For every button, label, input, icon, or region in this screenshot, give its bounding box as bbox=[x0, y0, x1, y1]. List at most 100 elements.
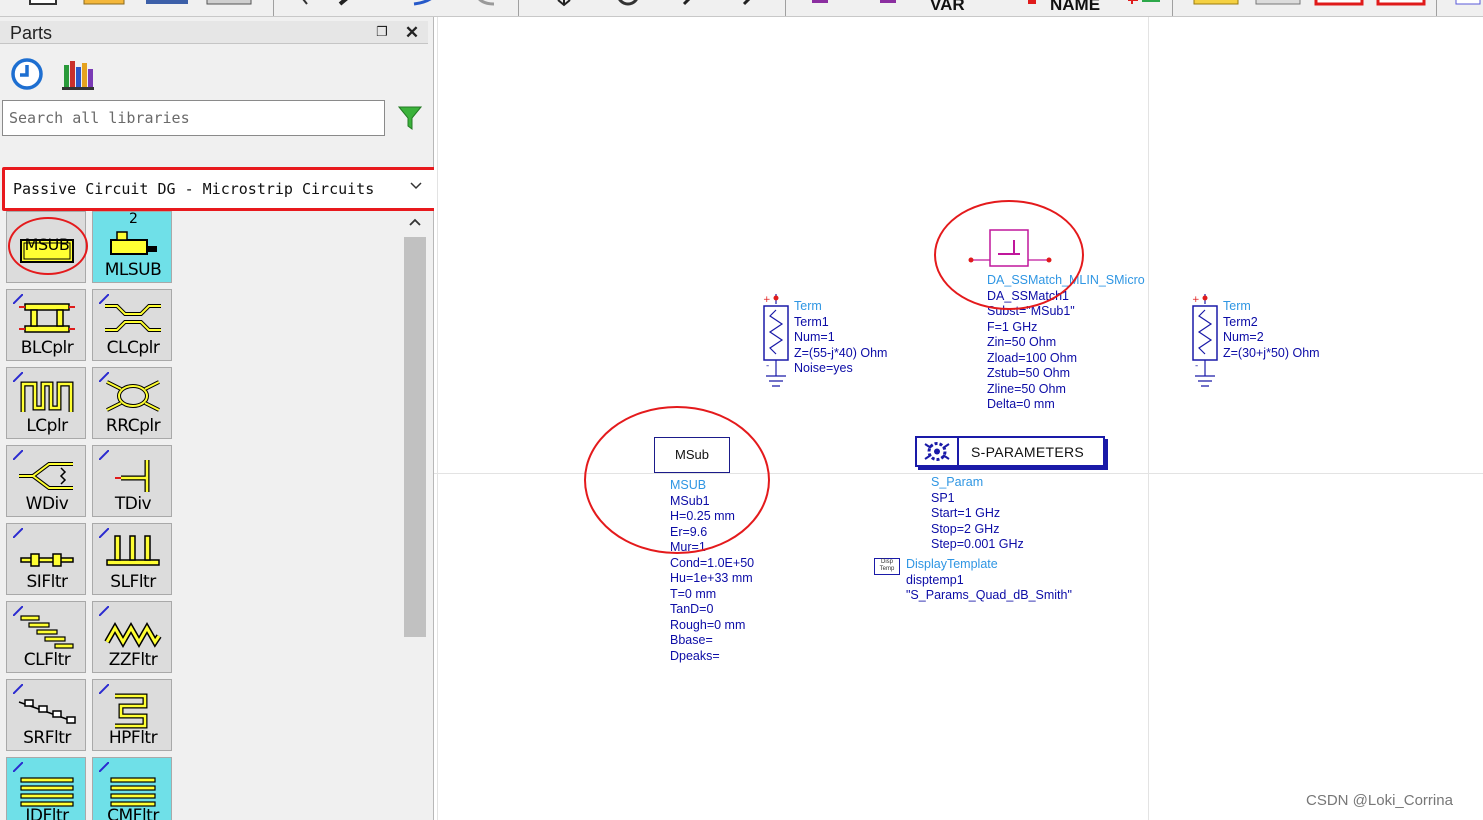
term1-param: Term1 bbox=[794, 314, 829, 329]
palette-item-clfltr[interactable]: CLFltr bbox=[6, 601, 86, 673]
ssmatch-param: DA_SSMatch1 bbox=[987, 288, 1069, 303]
s-parameters-controller[interactable]: S-PARAMETERS bbox=[915, 436, 1105, 467]
palette-item-mlsub[interactable]: 2 MLSUB bbox=[92, 211, 172, 283]
sparam-param: Start=1 GHz bbox=[931, 506, 1001, 520]
term2-symbol[interactable]: + - bbox=[1187, 292, 1223, 392]
print-icon[interactable] bbox=[205, 0, 253, 12]
grid-line bbox=[434, 473, 1483, 474]
palette-item-label: SRFltr bbox=[23, 728, 71, 748]
palette-item-srfltr[interactable]: SRFltr bbox=[6, 679, 86, 751]
palette-item-idfltr[interactable]: IDFltr bbox=[6, 757, 86, 820]
ssmatch-param: Zstub=50 Ohm bbox=[987, 366, 1071, 380]
short-icon[interactable] bbox=[1376, 0, 1426, 12]
open-folder-icon[interactable] bbox=[82, 0, 126, 12]
insert-port-icon[interactable] bbox=[808, 0, 832, 12]
msub-param: Er=9.6 bbox=[670, 524, 708, 539]
palette-item-label: BLCplr bbox=[20, 338, 74, 358]
new-document-icon[interactable] bbox=[26, 0, 60, 12]
term1-param: Num=1 bbox=[794, 330, 835, 344]
display-template-type: DisplayTemplate bbox=[906, 557, 998, 571]
msub-param: T=0 mm bbox=[670, 586, 717, 601]
display-template-icon[interactable]: Disp Temp bbox=[874, 558, 900, 575]
palette-item-tdiv[interactable]: TDiv bbox=[92, 445, 172, 517]
name-pin-icon[interactable] bbox=[1024, 0, 1040, 12]
palette-item-slfltr[interactable]: SLFltr bbox=[92, 523, 172, 595]
msub-param: Mur=1 bbox=[670, 540, 706, 554]
save-icon[interactable] bbox=[144, 0, 190, 12]
parts-panel: Parts ❐ ✕ Passive Circuit DG - Microstri… bbox=[0, 17, 439, 820]
move-down-icon[interactable] bbox=[552, 0, 576, 12]
palette-item-hpfltr[interactable]: HPFltr bbox=[92, 679, 172, 751]
palette-item-label: MLSUB bbox=[104, 260, 162, 280]
scroll-thumb[interactable] bbox=[404, 237, 426, 637]
zoom-icon[interactable] bbox=[608, 0, 652, 12]
ssmatch-param: Delta=0 mm bbox=[987, 397, 1055, 411]
msub-param: Bbase= bbox=[670, 633, 713, 647]
sparam-param: Stop=2 GHz bbox=[931, 521, 1000, 536]
close-icon[interactable]: ✕ bbox=[404, 23, 420, 42]
palette-item-lcplr[interactable]: LCplr bbox=[6, 367, 86, 439]
palette-item-clcplr[interactable]: CLCplr bbox=[92, 289, 172, 361]
tune-icon[interactable] bbox=[1254, 0, 1302, 12]
palette-item-zzfltr[interactable]: ZZFltr bbox=[92, 601, 172, 673]
deactivate-icon[interactable] bbox=[1314, 0, 1364, 12]
history-clock-icon[interactable] bbox=[10, 57, 44, 91]
msub-param: H=0.25 mm bbox=[670, 509, 735, 523]
palette-item-sifltr[interactable]: SIFltr bbox=[6, 523, 86, 595]
sifltr-icon bbox=[20, 553, 74, 567]
slfltr-icon bbox=[106, 535, 160, 566]
node-icon[interactable] bbox=[1124, 0, 1164, 12]
msub-params: MSUB MSub1 H=0.25 mm Er=9.6 Mur=1 Cond=1… bbox=[670, 478, 754, 664]
library-dropdown[interactable]: Passive Circuit DG - Microstrip Circuits bbox=[2, 167, 439, 211]
palette-item-label: TDiv bbox=[114, 494, 152, 514]
msub-component[interactable]: MSub bbox=[654, 437, 730, 473]
palette-item-label: LCplr bbox=[26, 416, 68, 436]
term2-param: Z=(30+j*50) Ohm bbox=[1223, 345, 1320, 360]
ssmatch-symbol[interactable] bbox=[966, 228, 1056, 268]
undo-icon[interactable] bbox=[470, 0, 500, 12]
wire-icon[interactable] bbox=[410, 0, 440, 12]
name-button[interactable]: NAME bbox=[1050, 0, 1100, 15]
palette-scrollbar[interactable] bbox=[404, 211, 426, 820]
ssmatch-param: Subst="MSub1" bbox=[987, 304, 1075, 318]
palette-item-wdiv[interactable]: WDiv bbox=[6, 445, 86, 517]
arrow-left-icon[interactable] bbox=[676, 0, 700, 12]
palette-item-label: WDiv bbox=[25, 494, 69, 514]
library-books-icon[interactable] bbox=[60, 57, 96, 91]
cmfltr-icon bbox=[110, 777, 156, 807]
filter-funnel-icon[interactable] bbox=[398, 105, 422, 131]
mlsub-badge: 2 bbox=[129, 211, 138, 227]
display-template-params: DisplayTemplate disptemp1 "S_Params_Quad… bbox=[906, 557, 1072, 604]
sparam-title: S-PARAMETERS bbox=[971, 444, 1085, 460]
palette-item-cmfltr[interactable]: CMFltr bbox=[92, 757, 172, 820]
float-window-icon[interactable]: ❐ bbox=[374, 24, 390, 40]
palette-item-msub[interactable]: MSUB bbox=[6, 211, 86, 283]
palette-item-label: CLFltr bbox=[23, 650, 71, 670]
palette-item-blcplr[interactable]: BLCplr bbox=[6, 289, 86, 361]
palette-item-label: MSUB bbox=[24, 235, 70, 254]
ssmatch-param: Zline=50 Ohm bbox=[987, 381, 1066, 396]
msub-param: Dpeaks= bbox=[670, 648, 720, 663]
toolbar-separator bbox=[1436, 0, 1437, 16]
arrow-left-icon[interactable] bbox=[736, 0, 760, 12]
ssmatch-param: Zload=100 Ohm bbox=[987, 350, 1077, 365]
insert-ground-icon[interactable] bbox=[876, 0, 900, 12]
pencil-icon[interactable] bbox=[336, 0, 360, 12]
search-input[interactable] bbox=[2, 100, 385, 136]
schematic-canvas[interactable] bbox=[434, 17, 1483, 820]
chevron-up-icon[interactable] bbox=[406, 213, 424, 231]
svg-text:-: - bbox=[766, 361, 769, 371]
toolbar-separator bbox=[1172, 0, 1173, 16]
pointer-icon[interactable] bbox=[293, 0, 317, 12]
component-palette: MSUB 2 MLSUB BLCplr CLCplr LCplr RRCplr … bbox=[0, 211, 404, 820]
sparam-param: SP1 bbox=[931, 490, 955, 505]
library-dropdown-value: Passive Circuit DG - Microstrip Circuits bbox=[13, 180, 375, 198]
palette-item-rrcplr[interactable]: RRCplr bbox=[92, 367, 172, 439]
layout-icon[interactable] bbox=[1452, 0, 1482, 12]
var-button[interactable]: VAR bbox=[930, 0, 965, 15]
term1-param: Noise=yes bbox=[794, 361, 853, 375]
term1-symbol[interactable]: + - bbox=[758, 292, 794, 392]
simulate-icon[interactable] bbox=[1192, 0, 1240, 12]
toolbar: VAR NAME bbox=[0, 0, 1483, 17]
svg-text:+: + bbox=[1192, 295, 1200, 305]
